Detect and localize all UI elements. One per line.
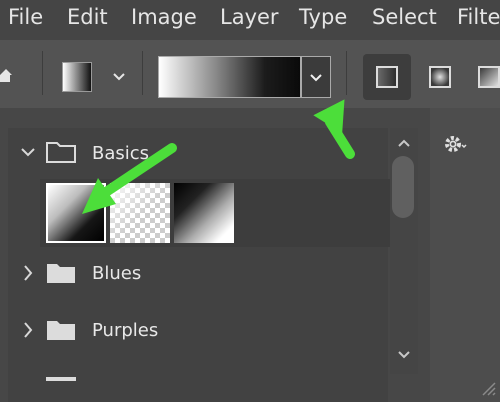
scroll-down-icon[interactable] [397, 350, 411, 360]
gradient-preset-icon[interactable] [62, 62, 92, 92]
linear-gradient-icon [376, 66, 398, 88]
menu-filter[interactable]: Filter [457, 5, 500, 29]
scroll-up-icon[interactable] [397, 138, 411, 148]
chevron-down-icon[interactable] [20, 146, 36, 158]
group-label-purples[interactable]: Purples [92, 320, 158, 341]
annotation-arrow-up [313, 99, 355, 159]
annotation-arrow-down-left [82, 143, 177, 214]
menu-file[interactable]: File [8, 5, 43, 29]
menu-select[interactable]: Select [372, 5, 437, 29]
folder-icon [47, 264, 75, 283]
chevron-right-icon[interactable] [22, 321, 34, 339]
gradient-preview[interactable] [158, 56, 301, 98]
menu-layer[interactable]: Layer [220, 5, 279, 29]
folder-icon [46, 377, 76, 381]
group-label-blues[interactable]: Blues [92, 263, 141, 284]
menu-edit[interactable]: Edit [67, 5, 108, 29]
gradient-swatch-black-white[interactable] [174, 183, 234, 243]
chevron-right-icon[interactable] [22, 264, 34, 282]
gradient-picker-dropdown-button[interactable] [301, 56, 331, 98]
scrollbar-thumb[interactable] [392, 156, 414, 218]
options-divider [346, 51, 347, 95]
menu-bar: File Edit Image Layer Type Select Filter [0, 0, 500, 40]
folder-open-icon [46, 142, 76, 163]
options-divider [142, 51, 143, 95]
radial-gradient-icon [429, 66, 451, 88]
radial-gradient-button[interactable] [420, 54, 460, 100]
options-divider [42, 51, 43, 95]
chevron-down-icon [310, 74, 322, 82]
menu-type[interactable]: Type [299, 5, 347, 29]
folder-icon [47, 321, 75, 340]
angle-gradient-icon [478, 66, 500, 88]
home-icon[interactable] [0, 66, 12, 84]
chevron-down-icon[interactable] [112, 72, 126, 82]
gear-icon[interactable] [443, 133, 467, 155]
linear-gradient-button[interactable] [363, 54, 411, 100]
resize-grip-icon[interactable] [478, 378, 496, 396]
menu-image[interactable]: Image [131, 5, 197, 29]
angle-gradient-button[interactable] [468, 54, 500, 100]
